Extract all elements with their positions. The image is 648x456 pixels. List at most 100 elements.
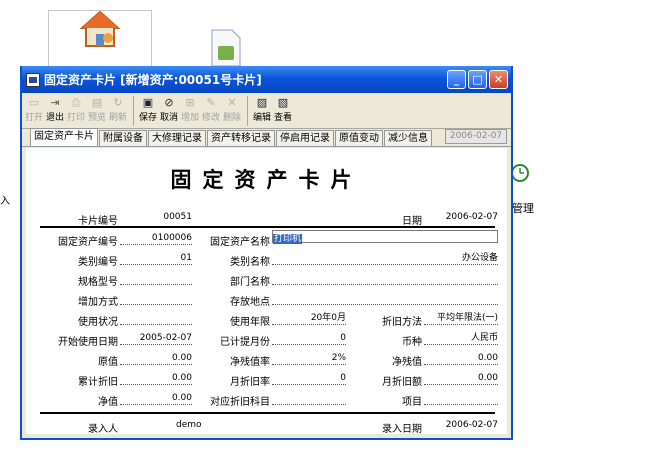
spec-label: 规格型号 <box>78 277 118 288</box>
tab-reduction-info[interactable]: 减少信息 <box>384 130 432 146</box>
asset-card-form: 固定资产卡片 卡片编号 00051 日期 2006-02-07 固定资产编号 0… <box>26 148 507 435</box>
compile-icon: ▨ <box>256 96 268 109</box>
month-rate-value[interactable]: 0 <box>272 373 346 385</box>
edit-button[interactable]: ✎ 修改 <box>201 96 221 123</box>
house-icon[interactable] <box>78 10 122 50</box>
months-label: 已计提月份 <box>220 337 270 348</box>
view-button[interactable]: ▧ 查看 <box>273 96 293 123</box>
life-label: 使用年限 <box>230 317 270 328</box>
tab-overhaul-record[interactable]: 大修理记录 <box>148 130 206 146</box>
desktop-label-right[interactable]: 管理 <box>512 200 534 216</box>
refresh-icon: ↻ <box>113 96 123 109</box>
add-icon: ⊞ <box>185 96 195 109</box>
salvage-label: 净残值 <box>392 357 422 368</box>
entry-label: 录入人 <box>88 424 118 435</box>
cat-code-label: 类别编号 <box>78 257 118 268</box>
card-no-label: 卡片编号 <box>78 216 118 227</box>
accum-value[interactable]: 0.00 <box>120 373 192 385</box>
compile-button[interactable]: ▨ 编辑 <box>252 96 272 123</box>
entry-date-value: 2006-02-07 <box>445 420 498 430</box>
asset-name-label: 固定资产名称 <box>210 237 270 248</box>
orig-value[interactable]: 0.00 <box>120 353 192 365</box>
cat-name-label: 类别名称 <box>230 257 270 268</box>
add-method-label: 增加方式 <box>78 297 118 308</box>
delete-icon: ✕ <box>227 96 237 109</box>
print-icon: ⎙ <box>71 96 81 109</box>
add-method-value[interactable] <box>120 293 192 305</box>
asset-name-value: 打印机 <box>273 234 303 244</box>
asset-code-value[interactable]: 0100006 <box>120 233 192 245</box>
save-button[interactable]: ▣ 保存 <box>138 96 158 123</box>
orig-label: 原值 <box>98 357 118 368</box>
title-bar[interactable]: 固定资产卡片 [新增资产:00051号卡片] _ □ ✕ <box>22 66 511 93</box>
date-label: 日期 <box>402 216 422 227</box>
tab-date-field: 2006-02-07 <box>445 129 507 144</box>
asset-name-input[interactable]: 打印机 <box>272 230 498 244</box>
date-value: 2006-02-07 <box>445 212 498 222</box>
tab-asset-card[interactable]: 固定资产卡片 <box>30 128 98 146</box>
entry-date-label: 录入日期 <box>382 424 422 435</box>
status-value[interactable] <box>120 313 192 325</box>
tab-strip: 固定资产卡片 附属设备 大修理记录 资产转移记录 停启用记录 原值变动 减少信息… <box>22 128 511 147</box>
toolbar: ▭ 打开 ⇥ 退出 ⎙ 打印 ▤ 预览 ↻ 刷新 ▣ 保存 ⊘ 取消 ⊞ 增加 ✎ 修改 ✕ 删除 … <box>22 93 511 129</box>
open-button[interactable]: ▭ 打开 <box>24 96 44 123</box>
location-label: 存放地点 <box>230 297 270 308</box>
cat-code-value[interactable]: 01 <box>120 253 192 265</box>
close-button[interactable]: ✕ <box>489 70 508 89</box>
entry-value: demo <box>176 420 202 430</box>
delete-button[interactable]: ✕ 删除 <box>222 96 242 123</box>
subject-value[interactable] <box>272 393 346 405</box>
toolbar-separator <box>133 96 134 126</box>
exit-button[interactable]: ⇥ 退出 <box>45 96 65 123</box>
exit-icon: ⇥ <box>50 96 60 109</box>
method-value[interactable]: 平均年限法(一) <box>424 313 498 325</box>
months-value[interactable]: 0 <box>272 333 346 345</box>
currency-value[interactable]: 人民币 <box>424 333 498 345</box>
cancel-button[interactable]: ⊘ 取消 <box>159 96 179 123</box>
spec-value[interactable] <box>120 273 192 285</box>
month-amt-value[interactable]: 0.00 <box>424 373 498 385</box>
asset-card-window: 固定资产卡片 [新增资产:00051号卡片] _ □ ✕ ▭ 打开 ⇥ 退出 ⎙ 打印… <box>20 66 513 440</box>
salvage-rate-value[interactable]: 2% <box>272 353 346 365</box>
desktop-label-left: 入 <box>0 196 10 207</box>
print-button[interactable]: ⎙ 打印 <box>66 96 86 123</box>
document-icon[interactable] <box>208 28 242 68</box>
item-label: 项目 <box>402 397 422 408</box>
preview-icon: ▤ <box>91 96 103 109</box>
asset-code-label: 固定资产编号 <box>58 237 118 248</box>
salvage-value[interactable]: 0.00 <box>424 353 498 365</box>
window-title: 固定资产卡片 [新增资产:00051号卡片] <box>44 73 262 87</box>
tab-transfer-record[interactable]: 资产转移记录 <box>207 130 275 146</box>
month-rate-label: 月折旧率 <box>230 377 270 388</box>
tab-value-change[interactable]: 原值变动 <box>335 130 383 146</box>
card-no-value: 00051 <box>163 212 192 222</box>
subject-label: 对应折旧科目 <box>210 397 270 408</box>
item-value[interactable] <box>424 393 498 405</box>
save-icon: ▣ <box>142 96 154 109</box>
life-value[interactable]: 20年0月 <box>272 313 346 325</box>
preview-button[interactable]: ▤ 预览 <box>87 96 107 123</box>
clock-icon[interactable] <box>510 162 530 184</box>
open-icon: ▭ <box>28 96 40 109</box>
dept-label: 部门名称 <box>230 277 270 288</box>
net-value[interactable]: 0.00 <box>120 393 192 405</box>
minimize-button[interactable]: _ <box>447 70 466 89</box>
dept-value[interactable] <box>272 273 498 285</box>
card-title: 固定资产卡片 <box>170 167 363 192</box>
currency-label: 币种 <box>402 337 422 348</box>
view-icon: ▧ <box>277 96 289 109</box>
start-date-value[interactable]: 2005-02-07 <box>120 333 192 345</box>
add-button[interactable]: ⊞ 增加 <box>180 96 200 123</box>
tab-attached-equipment[interactable]: 附属设备 <box>99 130 147 146</box>
tab-stop-start-record[interactable]: 停启用记录 <box>276 130 334 146</box>
refresh-button[interactable]: ↻ 刷新 <box>108 96 128 123</box>
location-value[interactable] <box>272 293 498 305</box>
top-divider <box>40 226 495 228</box>
salvage-rate-label: 净残值率 <box>230 357 270 368</box>
month-amt-label: 月折旧额 <box>382 377 422 388</box>
maximize-button[interactable]: □ <box>468 70 487 89</box>
start-date-label: 开始使用日期 <box>58 337 118 348</box>
cat-name-value[interactable]: 办公设备 <box>272 253 498 265</box>
edit-icon: ✎ <box>206 96 216 109</box>
status-label: 使用状况 <box>78 317 118 328</box>
